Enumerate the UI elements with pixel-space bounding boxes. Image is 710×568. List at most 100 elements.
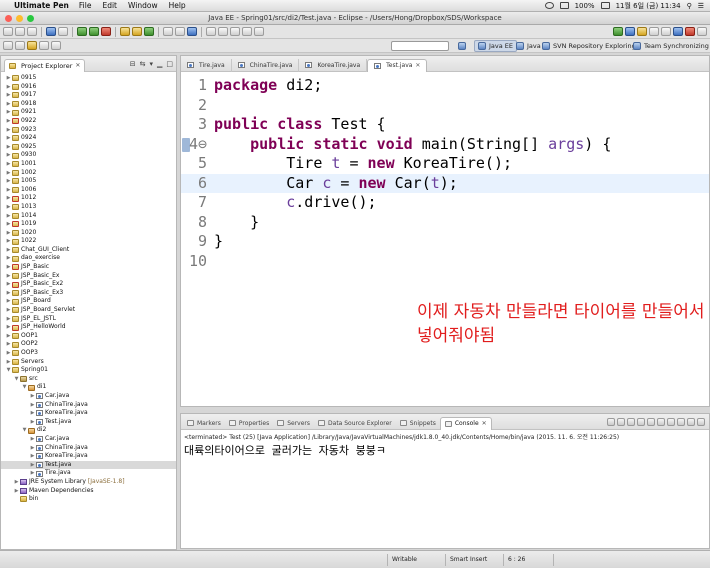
- tree-item[interactable]: ▶ 0923: [1, 126, 176, 135]
- menu-edit[interactable]: Edit: [102, 1, 117, 10]
- expand-arrow-icon[interactable]: ▶: [5, 272, 12, 281]
- back-icon[interactable]: [242, 27, 252, 36]
- expand-arrow-icon[interactable]: ▶: [5, 143, 12, 152]
- quick-access-input[interactable]: [391, 41, 449, 51]
- expand-arrow-icon[interactable]: ▶: [29, 469, 36, 478]
- collapse-arrow-icon[interactable]: ▼: [21, 426, 28, 435]
- expand-arrow-icon[interactable]: ▶: [5, 212, 12, 221]
- debug-icon[interactable]: [77, 27, 87, 36]
- tree-item[interactable]: ▶ 0921: [1, 108, 176, 117]
- expand-arrow-icon[interactable]: ▶: [5, 177, 12, 186]
- app-menu[interactable]: Ultimate Pen: [14, 1, 69, 10]
- clear-console-icon[interactable]: [627, 417, 635, 426]
- expand-arrow-icon[interactable]: ▶: [29, 392, 36, 401]
- new-icon[interactable]: [3, 27, 13, 36]
- collapse-all-icon[interactable]: ⊟: [130, 60, 136, 68]
- nav-forward-icon[interactable]: [51, 41, 61, 50]
- expand-arrow-icon[interactable]: ▶: [29, 409, 36, 418]
- code-text[interactable]: Tire t = new KoreaTire();: [214, 154, 512, 174]
- tree-item[interactable]: ▼ Spring01: [1, 366, 176, 375]
- expand-arrow-icon[interactable]: ▶: [29, 435, 36, 444]
- bottom-tab[interactable]: Properties: [225, 417, 273, 430]
- new-wizard-icon[interactable]: [3, 41, 13, 50]
- view-menu-icon[interactable]: ▾: [149, 60, 153, 68]
- menu-help[interactable]: Help: [169, 1, 186, 10]
- minimize-window-button[interactable]: [16, 15, 23, 22]
- tree-item[interactable]: ▶ 1002: [1, 169, 176, 178]
- perspective-team-sync[interactable]: Team Synchronizing: [633, 39, 709, 53]
- expand-arrow-icon[interactable]: ▶: [5, 151, 12, 160]
- tree-item[interactable]: ▶ JSP_HelloWorld: [1, 323, 176, 332]
- display-console-icon[interactable]: [667, 417, 675, 426]
- collapse-arrow-icon[interactable]: ▼: [13, 375, 20, 384]
- expand-arrow-icon[interactable]: ▶: [29, 461, 36, 470]
- tree-item[interactable]: ▶ 0930: [1, 151, 176, 160]
- expand-arrow-icon[interactable]: ▶: [5, 229, 12, 238]
- next-annotation-icon[interactable]: [218, 27, 228, 36]
- close-icon[interactable]: ✕: [482, 420, 487, 427]
- close-icon[interactable]: ✕: [415, 62, 420, 69]
- previous-annotation-icon[interactable]: [230, 27, 240, 36]
- perspective-java-ee[interactable]: Java EE: [474, 40, 518, 52]
- tree-item[interactable]: ▶ Servers: [1, 358, 176, 367]
- expand-arrow-icon[interactable]: ▶: [5, 263, 12, 272]
- battery-icon[interactable]: [600, 2, 610, 9]
- tree-item[interactable]: ▶ 0918: [1, 100, 176, 109]
- tree-item[interactable]: ▶ Car.java: [1, 435, 176, 444]
- tree-item[interactable]: ▶ 1014: [1, 212, 176, 221]
- bottom-tab[interactable]: Snippets: [396, 417, 440, 430]
- tree-item[interactable]: ▼ src: [1, 375, 176, 384]
- tree-item[interactable]: ▶ JSP_Basic_Ex3: [1, 289, 176, 298]
- tab-project-explorer[interactable]: Project Explorer ✕: [4, 58, 86, 72]
- save-icon[interactable]: [15, 27, 25, 36]
- perspective-svn[interactable]: SVN Repository Exploring: [542, 39, 636, 53]
- bottom-tab[interactable]: Data Source Explorer: [314, 417, 396, 430]
- expand-arrow-icon[interactable]: ▶: [5, 169, 12, 178]
- tree-item[interactable]: ▶ 1005: [1, 177, 176, 186]
- tree-item[interactable]: ▶ 1006: [1, 186, 176, 195]
- code-line[interactable]: 3 public class Test {: [181, 115, 709, 135]
- code-line[interactable]: 8 }: [181, 213, 709, 233]
- pin-console-icon[interactable]: [657, 417, 665, 426]
- tree-item[interactable]: ▶ KoreaTire.java: [1, 409, 176, 418]
- tree-item[interactable]: ▶ 1001: [1, 160, 176, 169]
- stop-icon[interactable]: [685, 27, 695, 36]
- code-text[interactable]: }: [214, 232, 223, 252]
- code-line[interactable]: 1 package di2;: [181, 76, 709, 96]
- sync-icon[interactable]: [625, 27, 635, 36]
- expand-arrow-icon[interactable]: ▶: [5, 91, 12, 100]
- expand-arrow-icon[interactable]: ▶: [5, 203, 12, 212]
- expand-arrow-icon[interactable]: ▶: [29, 418, 36, 427]
- tree-item[interactable]: ▶ 1012: [1, 194, 176, 203]
- code-line[interactable]: 10: [181, 252, 709, 272]
- expand-arrow-icon[interactable]: ▶: [5, 340, 12, 349]
- zoom-window-button[interactable]: [27, 15, 34, 22]
- collapse-arrow-icon[interactable]: ▼: [5, 366, 12, 375]
- tree-item[interactable]: ▶ ChinaTire.java: [1, 444, 176, 453]
- expand-arrow-icon[interactable]: ▶: [5, 100, 12, 109]
- expand-arrow-icon[interactable]: ▶: [5, 186, 12, 195]
- word-wrap-icon[interactable]: [647, 417, 655, 426]
- server-icon[interactable]: [46, 27, 56, 36]
- expand-arrow-icon[interactable]: ▶: [5, 246, 12, 255]
- tree-item[interactable]: ▼ di2: [1, 426, 176, 435]
- code-line[interactable]: 2: [181, 96, 709, 116]
- commit-icon[interactable]: [637, 27, 647, 36]
- tree-item[interactable]: ▶ 0925: [1, 143, 176, 152]
- code-line[interactable]: 6 Car c = new Car(t);: [181, 173, 709, 193]
- pin-icon[interactable]: [15, 41, 25, 50]
- tree-item[interactable]: ▶ 0924: [1, 134, 176, 143]
- expand-arrow-icon[interactable]: ▶: [13, 478, 20, 487]
- tree-item[interactable]: ▶ 1020: [1, 229, 176, 238]
- wifi-icon[interactable]: [559, 2, 569, 9]
- editor-tab[interactable]: KoreaTire.java: [299, 58, 368, 72]
- clock[interactable]: 11월 6일 (금) 11:34: [616, 1, 681, 11]
- toggle-mark-icon[interactable]: [206, 27, 216, 36]
- forward-icon[interactable]: [254, 27, 264, 36]
- tree-item[interactable]: ▶ KoreaTire.java: [1, 452, 176, 461]
- tree-item[interactable]: ▶ JSP_Board_Servlet: [1, 306, 176, 315]
- open-console-icon[interactable]: [677, 417, 685, 426]
- new-java-project-icon[interactable]: [120, 27, 130, 36]
- dropbox-icon[interactable]: [544, 2, 554, 9]
- expand-arrow-icon[interactable]: ▶: [5, 134, 12, 143]
